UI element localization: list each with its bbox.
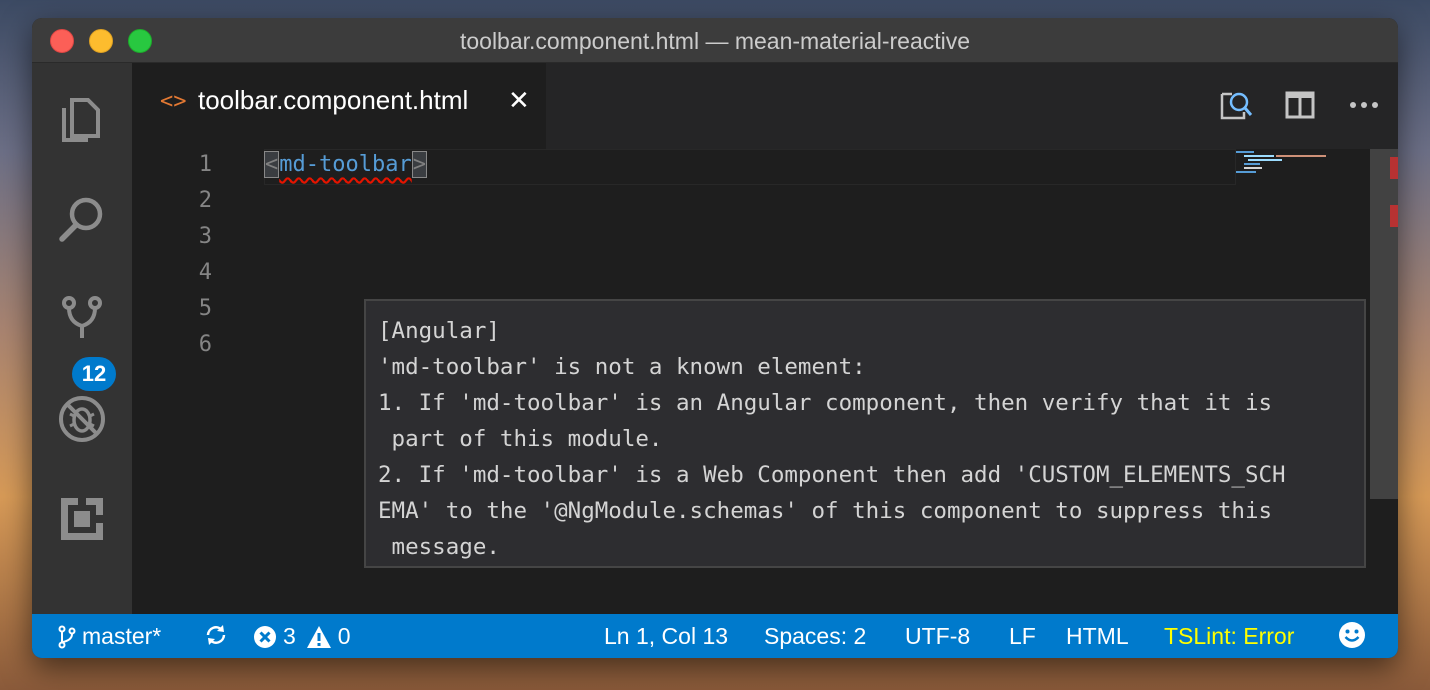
no-bug-icon: [59, 396, 105, 442]
hover-line: [Angular]: [378, 318, 500, 344]
tab-close-icon[interactable]: ✕: [508, 85, 530, 116]
line-number: 2: [198, 188, 212, 213]
error-icon: [254, 625, 276, 648]
files-icon: [62, 98, 100, 142]
editor-tabs: <> toolbar.component.html ✕: [132, 63, 1398, 149]
git-branch-icon: [62, 296, 102, 338]
activity-source-control[interactable]: [32, 283, 132, 355]
tag-name: md-toolbar: [279, 152, 412, 177]
app-window: toolbar.component.html — mean-material-r…: [32, 18, 1398, 658]
tslint-status[interactable]: TSLint: Error: [1164, 623, 1294, 650]
activity-explorer[interactable]: [32, 83, 132, 155]
search-icon: [59, 197, 103, 242]
hover-line: 2. If 'md-toolbar' is a Web Component th…: [378, 462, 1286, 488]
hover-line: part of this module.: [378, 426, 663, 452]
line-number: 3: [198, 224, 212, 249]
line-number: 4: [198, 260, 212, 285]
line-number: 5: [198, 296, 212, 321]
sync-button[interactable]: [204, 623, 228, 647]
extensions-icon: [61, 498, 103, 540]
code-editor[interactable]: 1 2 3 4 5 6 <md-toolbar> [Angular] 'md-to…: [132, 149, 1398, 614]
code-line-1[interactable]: <md-toolbar>: [264, 151, 427, 183]
feedback-button[interactable]: [1338, 621, 1366, 649]
line-number: 1: [198, 152, 212, 177]
open-bracket: <: [264, 151, 280, 178]
smiley-icon: [1339, 622, 1365, 648]
activity-extensions[interactable]: [32, 483, 132, 555]
code-brackets-icon: <>: [160, 89, 187, 114]
warning-count: 0: [337, 623, 351, 649]
activity-search[interactable]: [32, 183, 132, 255]
line-number: 6: [198, 332, 212, 357]
warning-icon: [306, 625, 331, 648]
window-title: toolbar.component.html — mean-material-r…: [459, 28, 971, 54]
split-editor-icon: [1285, 91, 1315, 119]
ellipsis-icon: [1350, 102, 1378, 108]
activity-bar: 12: [32, 63, 132, 614]
vertical-scrollbar[interactable]: [1370, 149, 1398, 499]
encoding-setting[interactable]: UTF-8: [905, 623, 970, 650]
line-ending-setting[interactable]: LF: [1009, 623, 1036, 650]
minimap[interactable]: [1234, 149, 1344, 189]
hover-line: EMA' to the '@NgModule.schemas' of this …: [378, 498, 1273, 524]
hover-line: message.: [378, 534, 500, 560]
more-actions-button[interactable]: [1344, 85, 1384, 125]
branch-name: master*: [82, 623, 162, 649]
error-marker: [1390, 205, 1398, 227]
diagnostic-hover: [Angular] 'md-toolbar' is not a known ele…: [364, 299, 1366, 568]
tab-toolbar-component[interactable]: <> toolbar.component.html ✕: [132, 63, 546, 149]
activity-debug[interactable]: [32, 383, 132, 455]
hover-line: 1. If 'md-toolbar' is an Angular compone…: [378, 390, 1273, 416]
split-editor-button[interactable]: [1280, 85, 1320, 125]
hover-line: 'md-toolbar' is not a known element:: [378, 354, 866, 380]
error-count: 3: [283, 623, 296, 649]
close-bracket: >: [411, 151, 427, 178]
tab-label: toolbar.component.html: [198, 85, 469, 115]
indentation-setting[interactable]: Spaces: 2: [764, 623, 866, 650]
sync-icon: [206, 625, 226, 645]
cursor-position[interactable]: Ln 1, Col 13: [604, 623, 728, 650]
branch-indicator[interactable]: master*: [58, 623, 161, 650]
language-mode[interactable]: HTML: [1066, 623, 1129, 650]
open-preview-button[interactable]: [1216, 85, 1256, 125]
status-bar: master* 3 0 Ln 1, Col 13 Spaces: 2 UTF-8…: [32, 614, 1398, 658]
title-bar: toolbar.component.html — mean-material-r…: [32, 18, 1398, 63]
error-marker: [1390, 157, 1398, 179]
git-branch-icon: [58, 625, 76, 648]
problems-indicator[interactable]: 3 0: [253, 623, 351, 650]
preview-search-icon: [1220, 92, 1253, 120]
